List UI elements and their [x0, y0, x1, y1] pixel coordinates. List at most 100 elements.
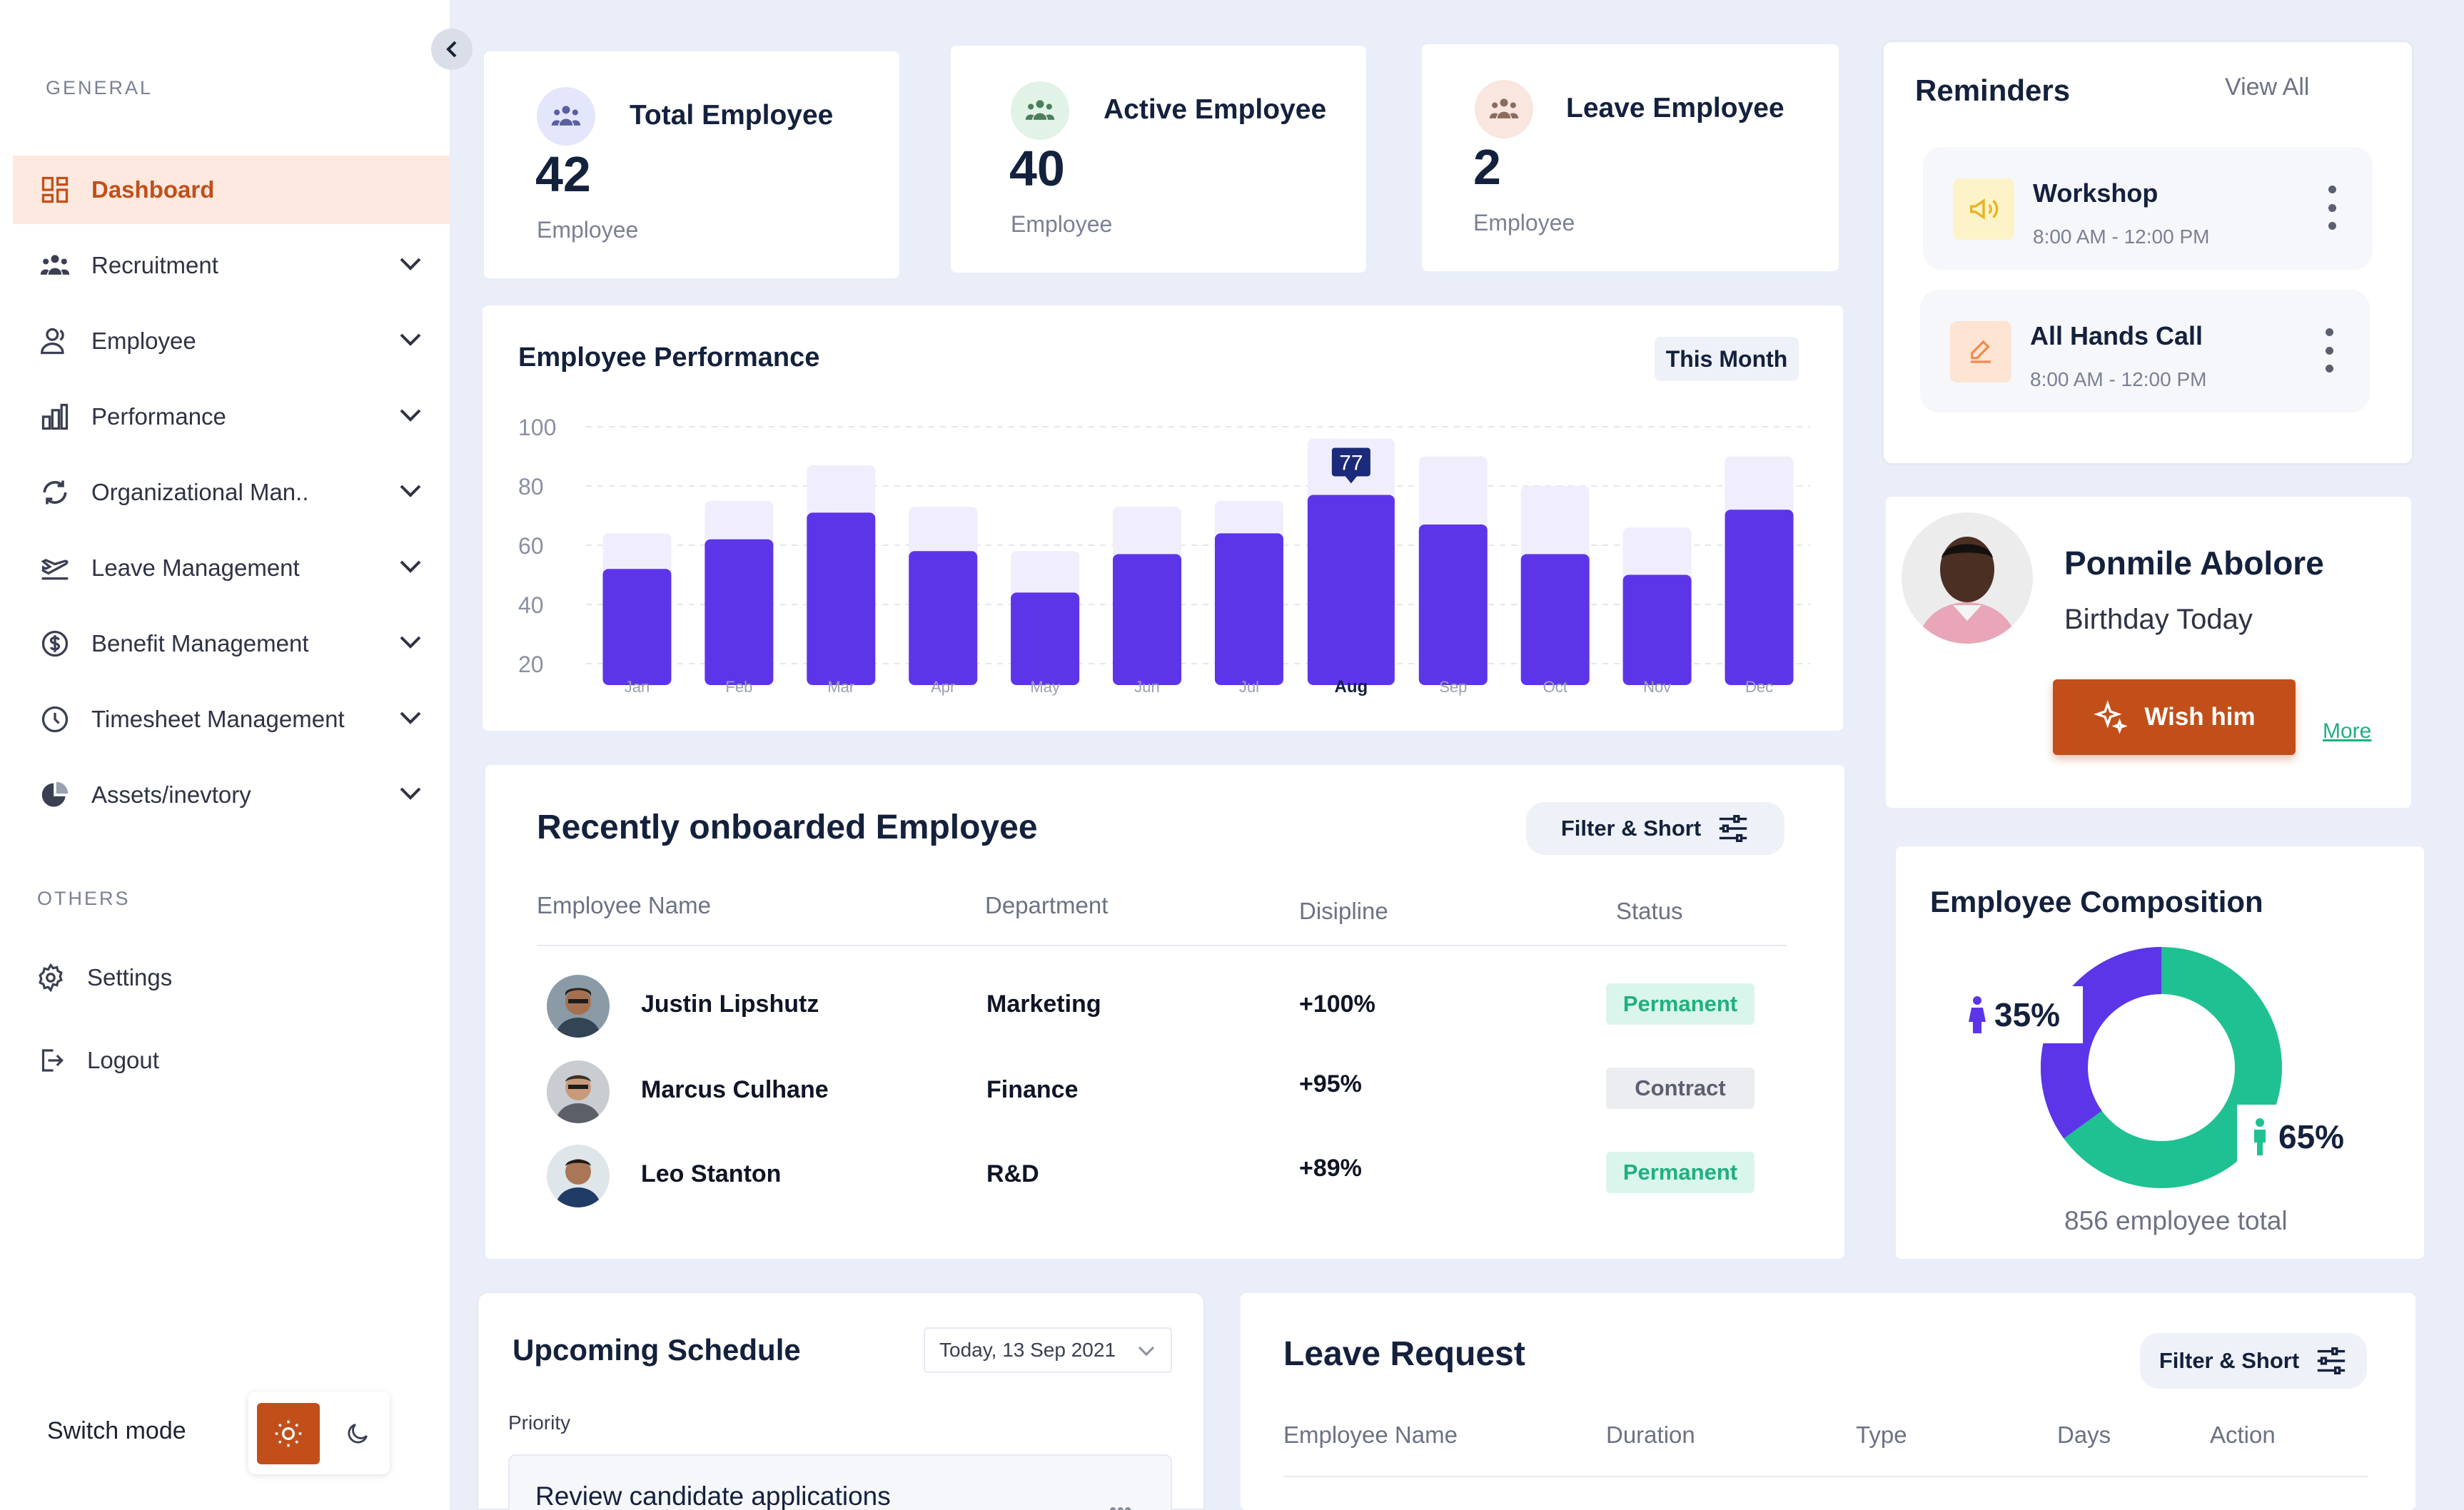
x-tick-label: Apr: [931, 678, 955, 696]
sidebar-item-label: Employee: [91, 328, 196, 354]
leave-title: Leave Request: [1283, 1335, 1525, 1373]
filter-sort-button[interactable]: Filter & Short: [2140, 1333, 2367, 1389]
sidebar-item-label: Benefit Management: [91, 630, 309, 657]
chevron-down-icon: [1138, 1346, 1155, 1357]
wish-button[interactable]: Wish him: [2053, 679, 2296, 755]
others-section-label: OTHERS: [37, 888, 131, 909]
composition-total: 856 employee total: [2064, 1206, 2288, 1235]
light-mode-button[interactable]: [257, 1403, 320, 1464]
dark-mode-button[interactable]: [334, 1403, 381, 1464]
sidebar-item-benefit-management[interactable]: Benefit Management: [13, 609, 450, 678]
bar: [602, 569, 672, 685]
status-badge: Permanent: [1606, 983, 1754, 1025]
edit-icon: [1950, 321, 2011, 382]
sidebar-collapse-button[interactable]: [431, 29, 473, 70]
megaphone-icon: [1953, 178, 2014, 240]
onboarded-title: Recently onboarded Employee: [537, 809, 1038, 846]
status-badge: Permanent: [1606, 1152, 1754, 1193]
sidebar-item-settings[interactable]: Settings: [13, 943, 450, 1012]
theme-toggle[interactable]: [248, 1392, 390, 1474]
stat-title: Leave Employee: [1566, 93, 1784, 123]
female-percentage: 35%: [1969, 986, 2083, 1043]
sidebar-item-timesheet-management[interactable]: Timesheet Management: [13, 685, 450, 754]
bar: [1214, 533, 1283, 685]
sidebar-item-performance[interactable]: Performance: [13, 382, 450, 451]
reminder-time: 8:00 AM - 12:00 PM: [2030, 368, 2207, 390]
y-tick-label: 20: [518, 652, 544, 677]
date-select[interactable]: Today, 13 Sep 2021: [924, 1327, 1172, 1373]
avatar: [547, 1060, 610, 1123]
switch-mode-label: Switch mode: [47, 1417, 186, 1444]
chevron-down-icon: [400, 409, 421, 422]
employee-name: Marcus Culhane: [641, 1076, 829, 1103]
sidebar-item-logout[interactable]: Logout: [13, 1026, 450, 1095]
sidebar-item-label: Dashboard: [91, 176, 215, 203]
sidebar-item-leave-management[interactable]: Leave Management: [13, 534, 450, 602]
filter-sort-button[interactable]: Filter & Short: [1526, 802, 1784, 855]
bar-chart-icon: [39, 400, 71, 433]
chevron-down-icon: [400, 485, 421, 497]
reminder-item[interactable]: All Hands Call 8:00 AM - 12:00 PM: [1920, 290, 2370, 412]
sidebar-item-organizational[interactable]: Organizational Man..: [13, 458, 450, 527]
y-tick-label: 100: [518, 415, 556, 440]
x-tick-label: Jan: [625, 678, 650, 696]
stat-card-leave: Leave Employee 2 Employee: [1422, 44, 1839, 271]
more-options-icon[interactable]: [2327, 186, 2337, 230]
sidebar-item-label: Recruitment: [91, 252, 218, 278]
filter-label: Filter & Short: [1560, 816, 1702, 841]
x-tick-label: Mar: [827, 678, 854, 696]
sidebar-item-employee[interactable]: Employee: [13, 307, 450, 375]
female-icon: [1969, 996, 1986, 1033]
performance-card: Employee Performance This Month 100 80 60 4…: [483, 305, 1843, 731]
chevron-down-icon: [400, 333, 421, 346]
sidebar-item-label: Assets/inevtory: [91, 781, 251, 808]
sidebar-item-label: Settings: [87, 964, 173, 990]
bar: [1520, 554, 1590, 685]
sidebar-item-assets[interactable]: Assets/inevtory: [13, 761, 450, 829]
employee-icon: [39, 325, 71, 358]
wish-label: Wish him: [2144, 703, 2256, 731]
sidebar-item-recruitment[interactable]: Recruitment: [13, 231, 450, 300]
plane-icon: [39, 552, 71, 584]
sparkle-icon: [2094, 700, 2129, 734]
reminders-title: Reminders: [1915, 74, 2071, 107]
general-section-label: GENERAL: [46, 77, 153, 98]
leave-request-card: Leave Request Filter & Short Employee Na…: [1241, 1293, 2415, 1510]
x-tick-label: Dec: [1745, 678, 1773, 696]
sidebar-item-label: Logout: [87, 1047, 159, 1073]
more-options-icon[interactable]: [2324, 328, 2334, 373]
performance-chart: 100 80 60 40 20 Jan Feb Mar Apr May Jun Jul Aug 77 Sep…: [518, 415, 1810, 696]
refresh-icon: [39, 476, 71, 509]
column-header: Status: [1616, 898, 1683, 924]
dashboard-icon: [39, 173, 71, 206]
reminder-item[interactable]: Workshop 8:00 AM - 12:00 PM: [1923, 147, 2373, 270]
bar: [1011, 592, 1080, 685]
employee-discipline: +95%: [1299, 1070, 1362, 1098]
table-divider: [537, 945, 1787, 946]
employee-department: R&D: [986, 1160, 1039, 1187]
view-all-link[interactable]: View All: [2225, 74, 2309, 101]
y-tick-label: 40: [518, 592, 544, 618]
gear-icon: [34, 961, 67, 994]
team-icon: [537, 87, 595, 146]
sidebar-item-dashboard[interactable]: Dashboard: [13, 156, 450, 224]
stat-card-active: Active Employee 40 Employee: [951, 46, 1366, 273]
schedule-item[interactable]: Review candidate applications •••: [508, 1454, 1172, 1510]
employee-discipline: +89%: [1299, 1155, 1362, 1182]
more-link[interactable]: More: [2323, 719, 2371, 744]
chevron-down-icon: [400, 258, 421, 270]
male-percentage: 65%: [2237, 1105, 2360, 1169]
birthday-name: Ponmile Abolore: [2064, 544, 2324, 582]
x-tick-label: Feb: [725, 678, 752, 696]
users-icon: [39, 249, 71, 282]
table-divider: [1283, 1476, 2368, 1477]
stat-unit: Employee: [1473, 210, 1575, 235]
schedule-title: Upcoming Schedule: [513, 1333, 801, 1367]
sliders-icon: [2318, 1347, 2346, 1374]
sidebar-item-label: Leave Management: [91, 554, 300, 581]
more-options-icon[interactable]: •••: [1109, 1499, 1132, 1510]
logout-icon: [34, 1044, 67, 1077]
bar: [705, 539, 774, 685]
male-value: 65%: [2278, 1118, 2345, 1155]
y-tick-label: 60: [518, 533, 544, 559]
